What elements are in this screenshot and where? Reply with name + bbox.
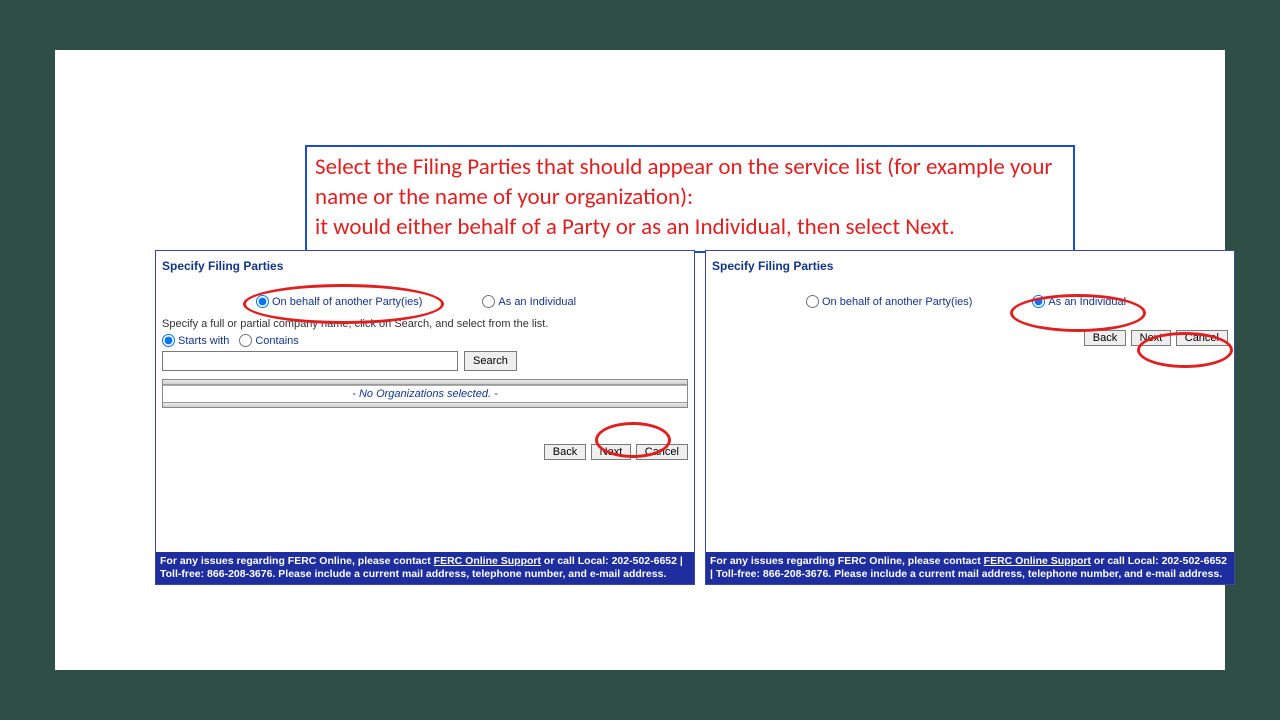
footer-link[interactable]: FERC Online Support (434, 555, 541, 567)
company-search-input[interactable] (162, 351, 458, 371)
instruction-line2: it would either behalf of a Party or as … (315, 213, 1065, 243)
org-results-empty: - No Organizations selected. - (163, 385, 687, 402)
radio-on-behalf-input[interactable] (806, 295, 819, 308)
footer-link[interactable]: FERC Online Support (984, 555, 1091, 567)
panel-individual: Specify Filing Parties On behalf of anot… (705, 250, 1235, 585)
radio-individual[interactable]: As an Individual (482, 295, 576, 308)
radio-on-behalf-label: On behalf of another Party(ies) (272, 296, 422, 308)
footer-bar: For any issues regarding FERC Online, pl… (706, 552, 1234, 584)
radio-on-behalf[interactable]: On behalf of another Party(ies) (806, 295, 972, 308)
radio-on-behalf-label: On behalf of another Party(ies) (822, 296, 972, 308)
search-button[interactable]: Search (464, 351, 517, 371)
cancel-button[interactable]: Cancel (1176, 330, 1228, 346)
nav-row: Back Next Cancel (706, 318, 1234, 346)
radio-contains-label: Contains (255, 335, 298, 347)
instruction-line1: Select the Filing Parties that should ap… (315, 153, 1065, 213)
instruction-box: Select the Filing Parties that should ap… (305, 145, 1075, 253)
nav-row: Back Next Cancel (156, 408, 694, 460)
search-mode-row: Starts with Contains (156, 334, 694, 351)
radio-individual-label: As an Individual (498, 296, 576, 308)
filing-mode-row: On behalf of another Party(ies) As an In… (706, 277, 1234, 318)
radio-contains[interactable]: Contains (239, 334, 298, 347)
slide: Select the Filing Parties that should ap… (55, 50, 1225, 670)
radio-starts-with-input[interactable] (162, 334, 175, 347)
panel-party: Specify Filing Parties On behalf of anot… (155, 250, 695, 585)
radio-starts-with-label: Starts with (178, 335, 229, 347)
org-results-foot (163, 402, 687, 407)
search-row: Search (156, 351, 694, 375)
radio-individual[interactable]: As an Individual (1032, 295, 1126, 308)
radio-individual-input[interactable] (482, 295, 495, 308)
radio-starts-with[interactable]: Starts with (162, 334, 229, 347)
radio-on-behalf-input[interactable] (256, 295, 269, 308)
footer-pre: For any issues regarding FERC Online, pl… (160, 555, 434, 567)
org-results-box: - No Organizations selected. - (162, 379, 688, 408)
radio-individual-label: As an Individual (1048, 296, 1126, 308)
back-button[interactable]: Back (544, 444, 586, 460)
filing-mode-row: On behalf of another Party(ies) As an In… (156, 277, 694, 318)
next-button[interactable]: Next (1131, 330, 1172, 346)
radio-contains-input[interactable] (239, 334, 252, 347)
radio-individual-input[interactable] (1032, 295, 1045, 308)
panel-title: Specify Filing Parties (706, 251, 1234, 277)
panel-title: Specify Filing Parties (156, 251, 694, 277)
back-button[interactable]: Back (1084, 330, 1126, 346)
next-button[interactable]: Next (591, 444, 632, 460)
cancel-button[interactable]: Cancel (636, 444, 688, 460)
footer-bar: For any issues regarding FERC Online, pl… (156, 552, 694, 584)
radio-on-behalf[interactable]: On behalf of another Party(ies) (256, 295, 422, 308)
search-hint: Specify a full or partial company name, … (156, 318, 694, 334)
footer-pre: For any issues regarding FERC Online, pl… (710, 555, 984, 567)
